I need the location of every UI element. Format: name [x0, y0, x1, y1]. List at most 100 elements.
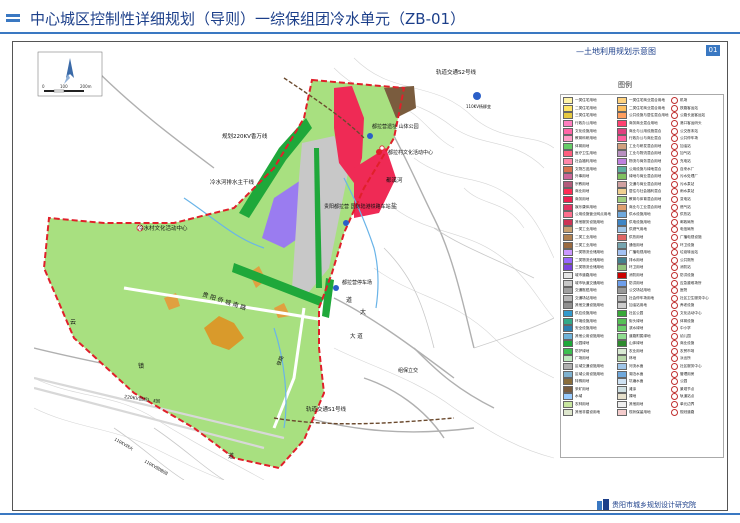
legend-item: 一类工业用地 [563, 226, 616, 234]
legend-title: 图例 [618, 81, 632, 89]
legend-swatch [563, 249, 573, 257]
legend-label: 二类住宅用地 [575, 105, 597, 110]
legend-label: 应急避难场所 [680, 280, 702, 285]
legend-label: 工业与研发混合用地 [629, 143, 662, 148]
legend-label: 消防站 [680, 265, 691, 270]
label-rail-station: 贵阳都拉营 国际陆港铁路车站 [324, 203, 391, 210]
legend-swatch [563, 112, 573, 120]
legend-item: 商务用地 [563, 196, 616, 204]
legend-item: 消防用地 [617, 271, 670, 280]
legend-item: 外事用地 [563, 173, 616, 181]
legend-label: 行政办公用地 [575, 121, 597, 126]
legend-item: 派出所 [671, 355, 724, 363]
legend-item: 交通枢纽用地 [563, 287, 616, 295]
legend-label: 排水用地 [629, 257, 644, 262]
legend-swatch [617, 363, 627, 371]
legend-swatch [563, 196, 573, 204]
legend-item: 城市道路用地 [563, 271, 616, 280]
label-trunk-pipe: 冷水河排水主干线 [210, 178, 255, 186]
title-divider [0, 32, 740, 34]
legend-item: 山体绿地 [617, 340, 670, 348]
panel-header: —土地利用规划示意图 01 [556, 44, 724, 58]
legend-label: 三类物流仓储用地 [575, 265, 604, 270]
legend-label: 一类住宅用地 [575, 98, 597, 103]
legend-item: 广场用地 [563, 355, 616, 363]
legend-item: 水域 [563, 393, 616, 401]
legend-item: 公园绿地 [563, 340, 616, 348]
legend-label: 其他用地 [629, 402, 644, 407]
legend-symbol-icon [671, 196, 678, 204]
legend-item: 教育科研用地 [563, 135, 616, 143]
legend-item: 供应设施用地 [563, 309, 616, 318]
legend-item: 防洪设施 [671, 271, 724, 280]
legend-label: 工业与物流混合用地 [629, 151, 662, 156]
legend-item: 公用设施与绿地混合 [617, 165, 670, 173]
legend-swatch [563, 173, 573, 181]
legend-swatch [617, 188, 627, 196]
legend-label: 山体绿地 [629, 341, 644, 346]
legend-item: 三类住宅用地 [563, 112, 616, 120]
legend-label: 供燃气用地 [629, 227, 647, 232]
legend-swatch [617, 325, 627, 333]
legend-label: 采矿用地 [575, 386, 590, 391]
legend-symbol-icon [671, 211, 678, 219]
legend-item: 道路附属绿地 [617, 332, 670, 340]
legend-label: 污水处理厂 [680, 174, 698, 179]
legend-label: 社会停车场用地 [629, 295, 655, 300]
label-road-char: 盐 [391, 202, 397, 210]
legend-swatch [617, 347, 627, 355]
legend-item: 环境设施用地 [563, 317, 616, 325]
legend-symbol-icon [671, 256, 678, 264]
legend-swatch [563, 317, 573, 325]
label-activity-center: 冷水村文化活动中心 [138, 224, 188, 232]
legend-label: 商业用地 [575, 189, 590, 194]
legend-label: 滨水绿地 [629, 326, 644, 331]
legend-label: 供水设施用地 [629, 212, 651, 217]
legend-label: 商务商业混合用地 [629, 121, 658, 126]
legend-item: 公交场站用地 [617, 287, 670, 295]
label-power-line: 规划220KV香万线 [222, 132, 268, 140]
legend-label: 其他公用设施用地 [575, 333, 604, 338]
legend-symbol-icon [671, 173, 678, 181]
legend-symbol-icon [671, 264, 678, 272]
legend-label: 环卫设施 [680, 242, 695, 247]
legend-item: 商业与公用设施混合 [617, 127, 670, 135]
legend-swatch [617, 180, 627, 188]
legend-swatch [617, 385, 627, 393]
legend-symbol-icon [671, 287, 678, 295]
legend-swatch [563, 302, 573, 310]
legend-label: 社区公园 [629, 310, 644, 315]
legend-swatch [563, 325, 573, 333]
legend-swatch [563, 150, 573, 158]
legend-item: 中小学 [671, 325, 724, 333]
legend-swatch [617, 150, 627, 158]
legend-label: 特殊用地 [575, 379, 590, 384]
label-river: 都溪河 [386, 176, 403, 184]
legend-symbol-icon [671, 332, 678, 340]
substation-icon [473, 92, 481, 100]
legend-label: 充电站 [680, 159, 691, 164]
legend-item: 农林用地 [563, 401, 616, 409]
legend-item: 公共设施与居住混合用地 [617, 112, 670, 120]
legend-symbol-icon [671, 104, 678, 112]
legend-swatch [617, 218, 627, 226]
legend-swatch [617, 309, 627, 317]
legend-swatch [563, 408, 573, 416]
legend-item: 现状保留用地 [617, 408, 670, 416]
legend-item: 交通场站用地 [563, 294, 616, 302]
legend-label: 医疗卫生用地 [575, 151, 597, 156]
institute-logo-icon [597, 499, 609, 510]
legend-swatch [617, 211, 627, 219]
legend-swatch [563, 158, 573, 166]
legend-item: 雨水泵站 [671, 188, 724, 196]
legend-label: 文化活动中心 [680, 310, 702, 315]
label-rail-82: 轨道交通S2号线 [436, 68, 476, 76]
legend-swatch [563, 142, 573, 150]
legend-item: 交通与商业混合用地 [617, 180, 670, 189]
legend-symbol-icon [671, 226, 678, 234]
legend-label: 电信局所 [680, 227, 695, 232]
legend-label: 规划道路 [680, 409, 695, 414]
legend-swatch [563, 363, 573, 371]
legend-label: 加油站用地 [629, 303, 647, 308]
legend-label: 防洪用地 [629, 280, 644, 285]
